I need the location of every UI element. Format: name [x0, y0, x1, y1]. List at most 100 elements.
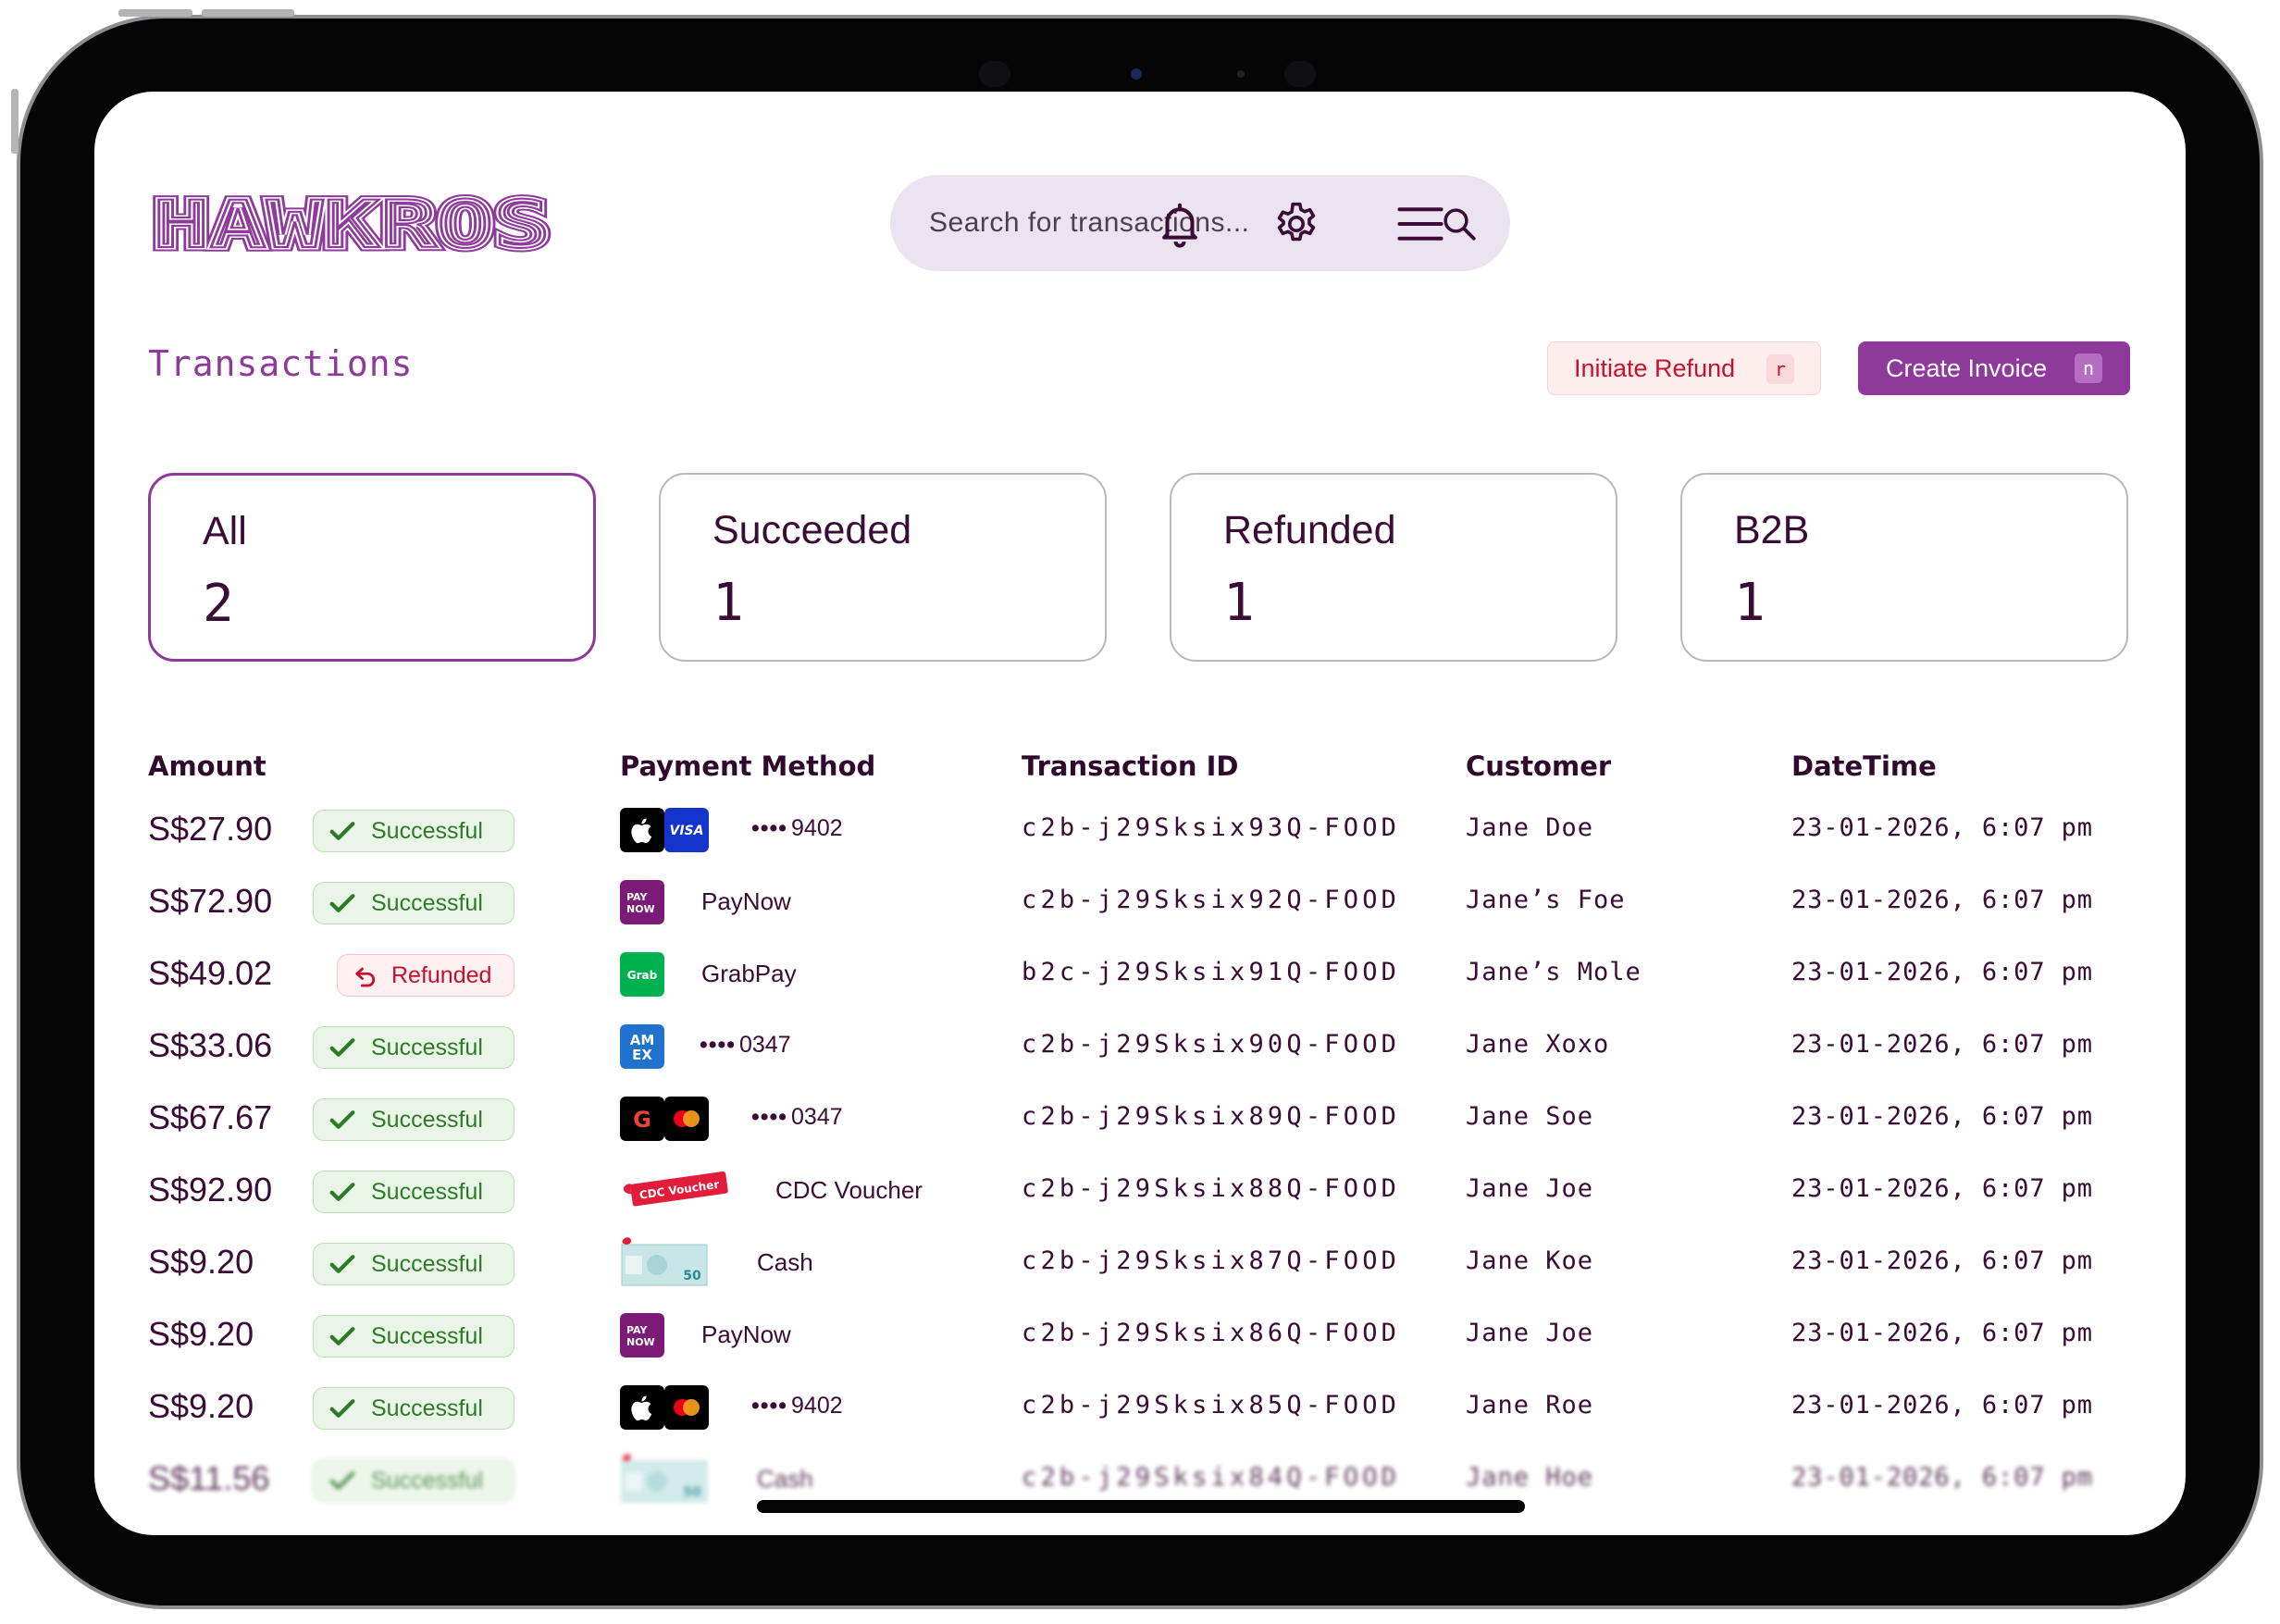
- undo-icon: [355, 967, 376, 987]
- transactions-table: S$27.90 Successful VISA •••• 9402 c2b-j29…: [94, 795, 2186, 1535]
- home-indicator[interactable]: [757, 1500, 1525, 1513]
- status-label: Successful: [371, 1395, 483, 1421]
- transaction-id-cell[interactable]: c2b-j29Sksix90Q-FOOD: [1022, 1030, 1400, 1059]
- camera-lens-icon: [1131, 68, 1142, 80]
- status-badge: Successful: [313, 1098, 514, 1141]
- status-badge: Successful: [313, 1243, 514, 1285]
- paynow-text-top: PAY: [626, 1324, 649, 1336]
- status-label: Successful: [371, 1178, 483, 1205]
- stat-card-label: B2B: [1734, 508, 1810, 552]
- stat-card-succeeded[interactable]: Succeeded 1: [659, 473, 1107, 662]
- payment-method-name: Cash: [757, 1465, 813, 1493]
- cdc-voucher-icon: CDC Voucher: [623, 1171, 728, 1207]
- stat-card-count: 1: [712, 573, 744, 633]
- payment-method-name: CDC Voucher: [775, 1176, 923, 1204]
- paynow-icon: PAY NOW: [620, 880, 664, 924]
- status-badge: Successful: [313, 1459, 514, 1502]
- status-label: Successful: [371, 1322, 483, 1349]
- stat-card-count: 2: [203, 574, 234, 634]
- page-title: Transactions: [148, 343, 414, 384]
- apple-pay-icon: [620, 1385, 664, 1430]
- payment-method-name: PayNow: [701, 887, 791, 915]
- stat-card-label: Succeeded: [712, 508, 912, 552]
- transaction-id-cell[interactable]: c2b-j29Sksix86Q-FOOD: [1022, 1319, 1400, 1347]
- grab-text: Grab: [627, 969, 658, 982]
- proximity-sensor-icon: [1284, 61, 1316, 87]
- table-row[interactable]: S$27.90 Successful VISA •••• 9402 c2b-j29…: [94, 795, 2186, 867]
- status-badge: Successful: [313, 1315, 514, 1357]
- customer-cell: Jane Xoxo: [1466, 1030, 1610, 1059]
- table-row[interactable]: S$72.90 Successful PAY NOW PayNow c2b-j2…: [94, 867, 2186, 939]
- status-label: Successful: [371, 1467, 483, 1494]
- ambient-sensor-icon: [1237, 70, 1245, 78]
- customer-cell: Jane Roe: [1466, 1391, 1594, 1419]
- table-row[interactable]: S$33.06 Successful AM EX •••• 0347 c2b-j2…: [94, 1011, 2186, 1084]
- google-pay-icon: G: [620, 1097, 664, 1141]
- datetime-cell: 23-01-2026, 6:07 pm: [1791, 1391, 2093, 1419]
- transaction-id-cell[interactable]: c2b-j29Sksix88Q-FOOD: [1022, 1174, 1400, 1203]
- stat-card-label: All: [203, 509, 247, 553]
- front-camera-bar: [955, 56, 1344, 93]
- card-last4: 9402: [791, 1393, 843, 1419]
- table-row[interactable]: S$9.20 Successful •••• 9402 c2b-j29Sksix8…: [94, 1372, 2186, 1444]
- status-label: Successful: [371, 1034, 483, 1060]
- transaction-id-cell[interactable]: c2b-j29Sksix84Q-FOOD: [1022, 1463, 1400, 1492]
- card-mask: ••••: [751, 1104, 788, 1130]
- column-header-payment-method[interactable]: Payment Method: [620, 750, 875, 782]
- column-header-datetime[interactable]: DateTime: [1791, 750, 1937, 782]
- transaction-id-cell[interactable]: c2b-j29Sksix92Q-FOOD: [1022, 886, 1400, 914]
- search-icon[interactable]: [1440, 205, 1479, 243]
- initiate-refund-button[interactable]: Initiate Refund r: [1547, 341, 1821, 395]
- amex-text-bottom: EX: [632, 1047, 652, 1063]
- datetime-cell: 23-01-2026, 6:07 pm: [1791, 1246, 2093, 1275]
- transaction-id-cell[interactable]: c2b-j29Sksix85Q-FOOD: [1022, 1391, 1400, 1419]
- app-screen: HAWKROS HAWKROS HAWKROS Transactions Ini…: [94, 92, 2186, 1535]
- status-badge: Successful: [313, 1026, 514, 1069]
- card-last4: 9402: [791, 815, 843, 841]
- checkmark-icon: [329, 1471, 355, 1490]
- stat-card-refunded[interactable]: Refunded 1: [1170, 473, 1617, 662]
- cash-icon: 50: [621, 1237, 708, 1286]
- card-mask: ••••: [700, 1032, 737, 1058]
- transaction-id-cell[interactable]: c2b-j29Sksix87Q-FOOD: [1022, 1246, 1400, 1275]
- table-row[interactable]: S$49.02 Refunded Grab GrabPay b2c-j29Sks…: [94, 939, 2186, 1011]
- masked-card-number: •••• 9402: [751, 815, 843, 842]
- checkmark-icon: [329, 1110, 355, 1129]
- card-mask: ••••: [751, 1393, 788, 1419]
- checkmark-icon: [329, 822, 355, 840]
- amount-cell: S$49.02: [148, 954, 273, 992]
- cash-icon: 50: [621, 1454, 708, 1503]
- transaction-id-cell[interactable]: c2b-j29Sksix93Q-FOOD: [1022, 813, 1400, 842]
- top-button-right: [202, 9, 294, 17]
- column-header-customer[interactable]: Customer: [1466, 750, 1611, 782]
- customer-cell: Jane Joe: [1466, 1319, 1594, 1347]
- payment-method-name: PayNow: [701, 1320, 791, 1348]
- paynow-text-top: PAY: [626, 891, 649, 903]
- checkmark-icon: [329, 1327, 355, 1345]
- status-badge: Refunded: [337, 954, 514, 997]
- checkmark-icon: [329, 1038, 355, 1057]
- grabpay-icon: Grab: [620, 952, 664, 997]
- hamburger-menu-icon[interactable]: [1395, 199, 1445, 249]
- card-last4: 0347: [739, 1032, 791, 1058]
- table-row[interactable]: S$92.90 Successful CDC Voucher CDC Vouch…: [94, 1156, 2186, 1228]
- column-header-amount[interactable]: Amount: [148, 750, 266, 782]
- create-invoice-button[interactable]: Create Invoice n: [1858, 341, 2130, 395]
- stat-card-b2b[interactable]: B2B 1: [1680, 473, 2128, 662]
- masked-card-number: •••• 0347: [751, 1104, 843, 1131]
- amount-cell: S$9.20: [148, 1387, 254, 1425]
- gear-icon[interactable]: [1271, 199, 1321, 249]
- bell-icon[interactable]: [1155, 199, 1205, 249]
- transaction-id-cell[interactable]: c2b-j29Sksix89Q-FOOD: [1022, 1102, 1400, 1131]
- stat-card-all[interactable]: All 2: [148, 473, 596, 662]
- table-row[interactable]: S$67.67 Successful G •••• 0347 c2b-j29Sks…: [94, 1084, 2186, 1156]
- visa-icon: VISA: [664, 808, 709, 852]
- checkmark-icon: [329, 1399, 355, 1418]
- column-header-transaction-id[interactable]: Transaction ID: [1022, 750, 1238, 782]
- side-button: [11, 89, 19, 154]
- table-row[interactable]: S$9.20 Successful PAY NOW PayNow c2b-j29…: [94, 1300, 2186, 1372]
- table-row[interactable]: S$9.20 Successful 50 Cash c2b-j29Sksix87…: [94, 1228, 2186, 1300]
- transaction-id-cell[interactable]: b2c-j29Sksix91Q-FOOD: [1022, 958, 1400, 986]
- status-label: Successful: [371, 889, 483, 916]
- payment-method-name: GrabPay: [701, 960, 797, 987]
